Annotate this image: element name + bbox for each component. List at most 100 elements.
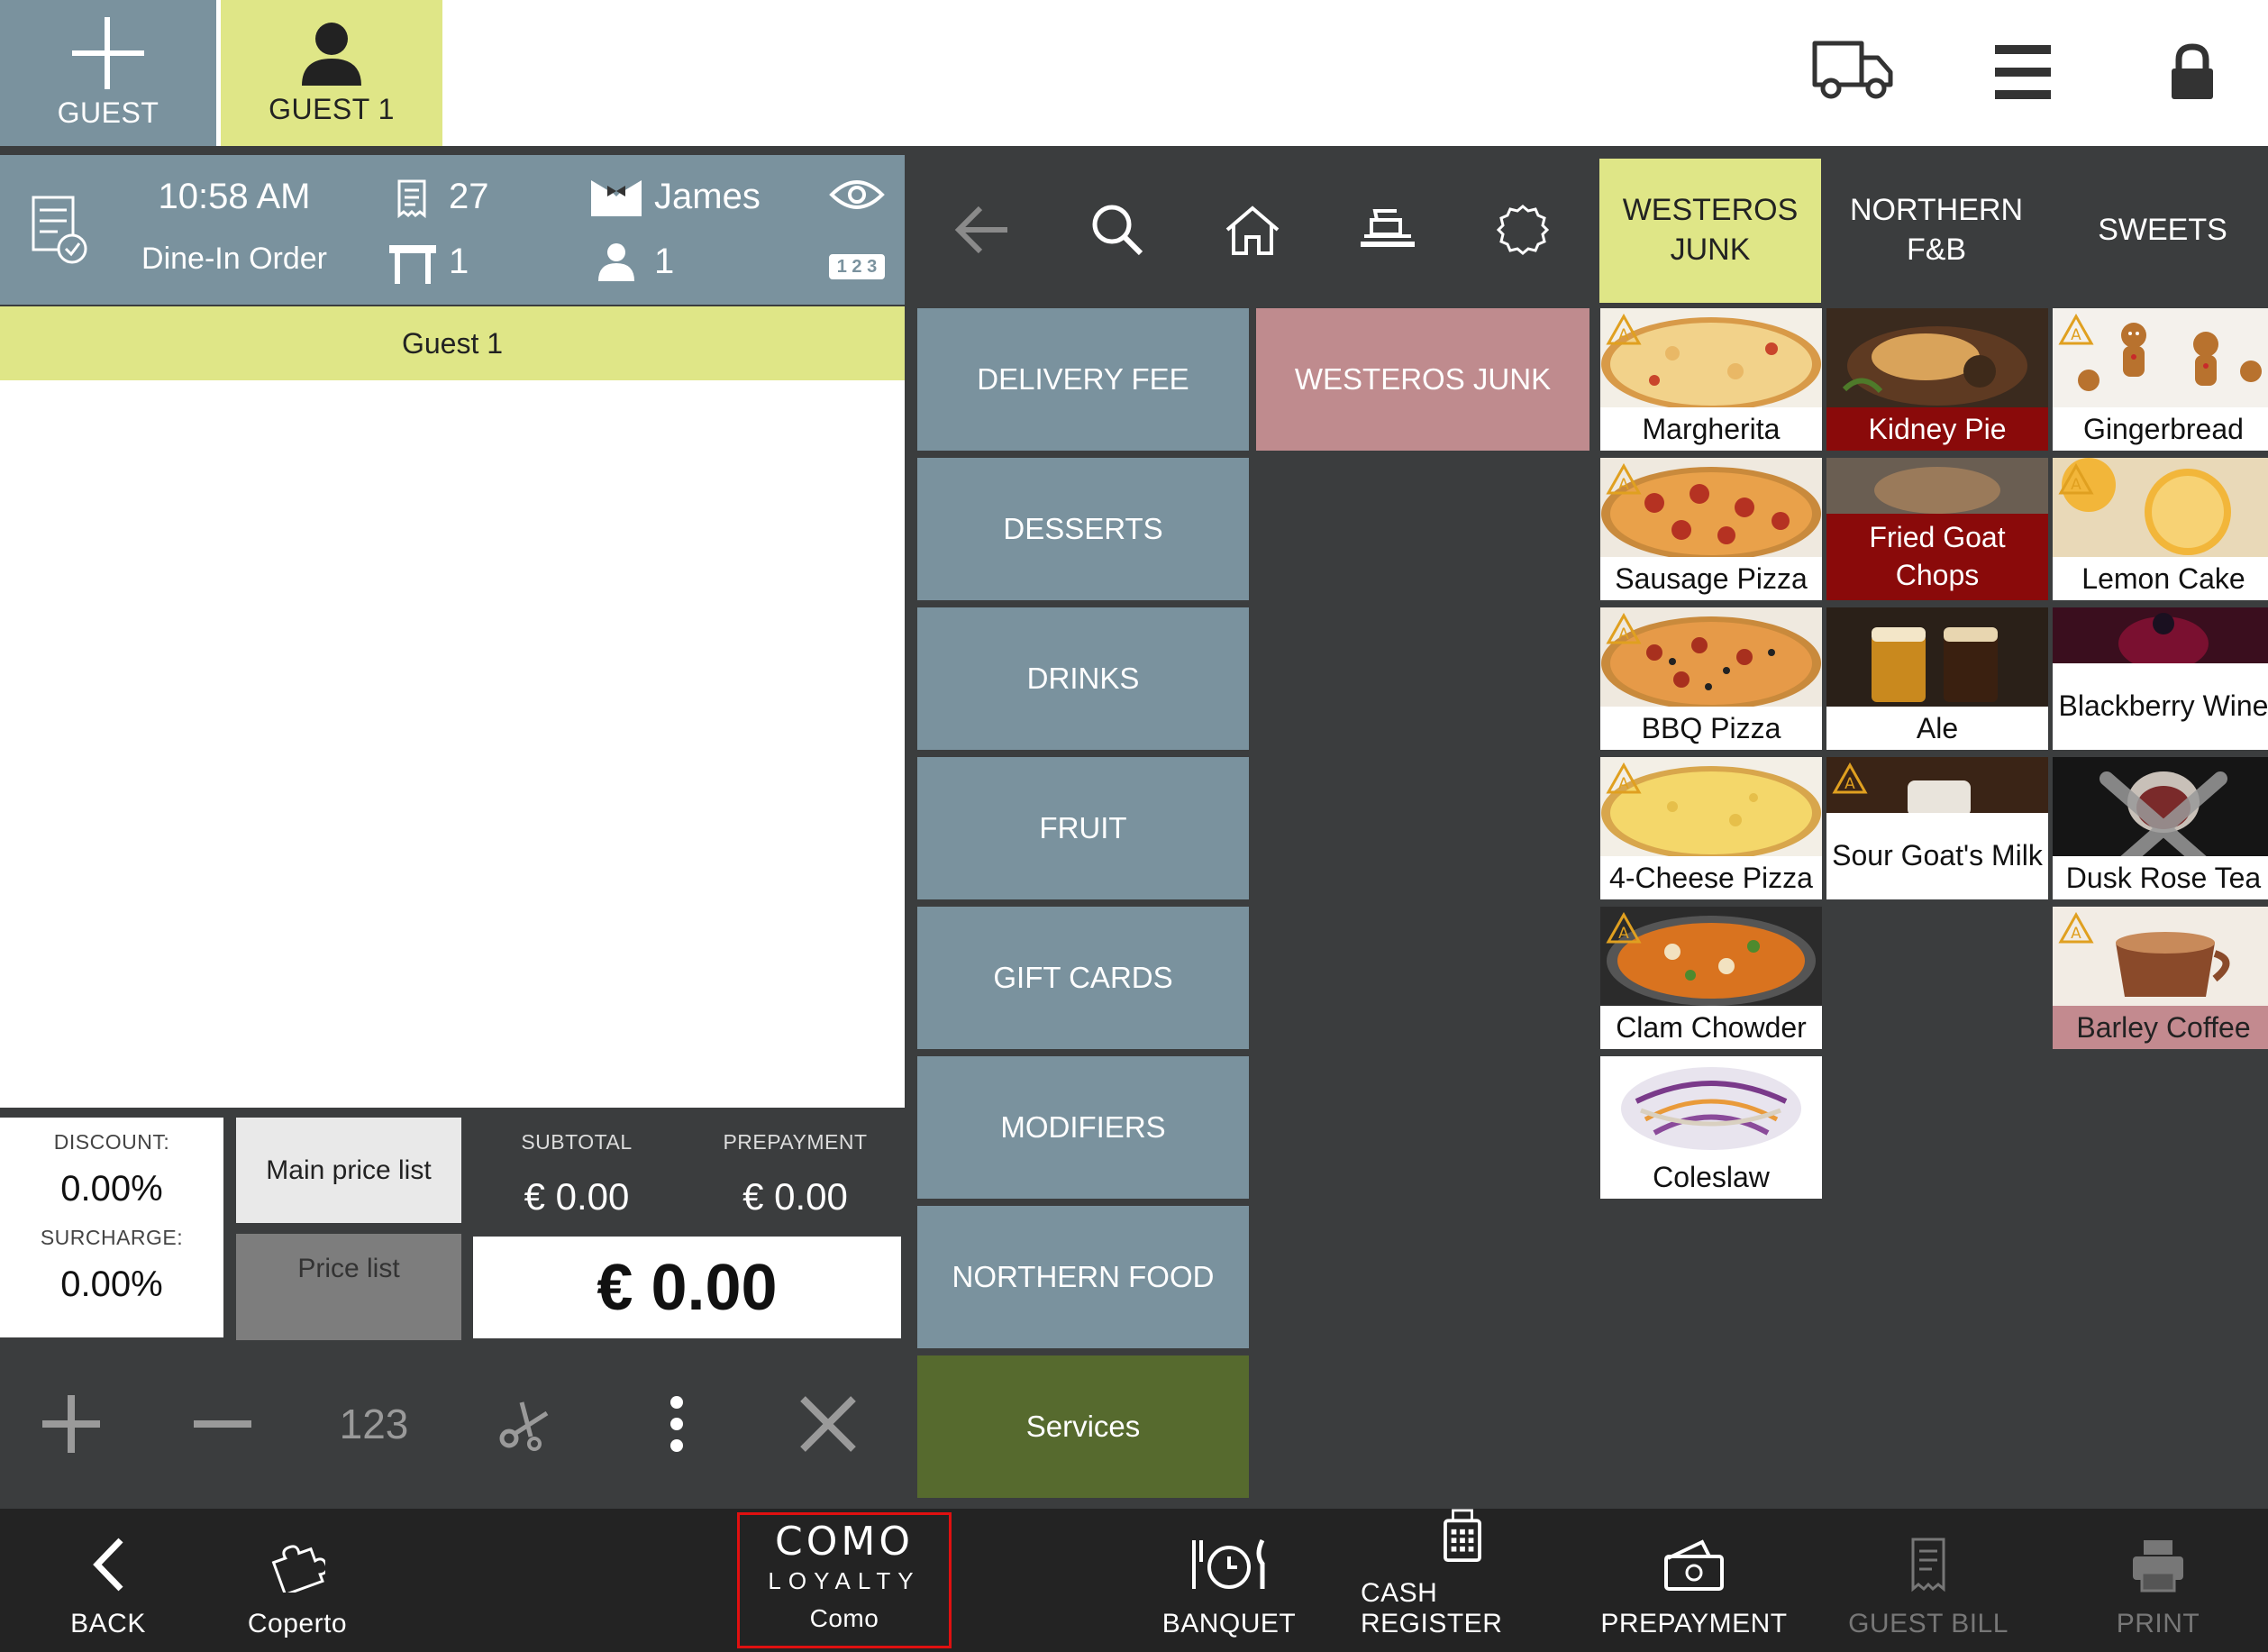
- category-tab-northern-fb[interactable]: NORTHERN F&B: [1826, 159, 2047, 303]
- delete-item-button[interactable]: [761, 1374, 896, 1474]
- category-gift-cards[interactable]: GIFT CARDS: [917, 907, 1249, 1049]
- category-tab-westeros-junk[interactable]: WESTEROS JUNK: [1599, 159, 1821, 303]
- como-logo-text: COMO: [775, 1519, 914, 1565]
- hamburger-menu-icon[interactable]: [1995, 45, 2051, 99]
- subcategory-westeros-junk[interactable]: WESTEROS JUNK: [1256, 308, 1589, 451]
- lock-icon[interactable]: [2170, 43, 2215, 101]
- allergen-warning-icon: A: [2058, 314, 2094, 345]
- category-delivery-fee[interactable]: DELIVERY FEE: [917, 308, 1249, 451]
- product-fried-goat-chops[interactable]: Fried Goat Chops: [1826, 458, 2048, 600]
- svg-text:A: A: [2071, 476, 2081, 494]
- product-label: Margherita: [1600, 407, 1822, 451]
- badge-icon[interactable]: [1482, 185, 1563, 275]
- order-header: 10:58 AM Dine-In Order 27 1 James 1 1 2 …: [0, 155, 905, 305]
- search-icon[interactable]: [1077, 185, 1158, 275]
- order-number: 27: [449, 177, 489, 216]
- product-label: Coleslaw: [1600, 1155, 1822, 1199]
- category-desserts[interactable]: DESSERTS: [917, 458, 1249, 600]
- close-icon: [800, 1396, 856, 1452]
- product-margherita[interactable]: A Margherita: [1600, 308, 1822, 451]
- como-loyalty-button[interactable]: COMO LOYALTY Como: [737, 1512, 952, 1648]
- subtotal-value: € 0.00: [524, 1175, 630, 1218]
- banquet-button[interactable]: BANQUET: [1153, 1509, 1305, 1652]
- surcharge-label: SURCHARGE:: [40, 1226, 184, 1249]
- more-options-button[interactable]: [609, 1374, 744, 1474]
- category-northern-food[interactable]: NORTHERN FOOD: [917, 1206, 1249, 1348]
- waiter-name: James: [654, 177, 761, 216]
- product-bbq-pizza[interactable]: A BBQ Pizza: [1600, 607, 1822, 750]
- main-price-list-button[interactable]: Main price list: [236, 1118, 461, 1223]
- product-ale[interactable]: Ale: [1826, 607, 2048, 750]
- allergen-warning-icon: A: [2058, 912, 2094, 944]
- guest-1-tab[interactable]: GUEST 1: [221, 0, 442, 146]
- plus-icon: [72, 16, 144, 89]
- order-checklist-icon[interactable]: [31, 195, 88, 265]
- coperto-label: Coperto: [247, 1609, 348, 1638]
- guest-1-label: GUEST 1: [269, 92, 395, 125]
- product-coleslaw[interactable]: Coleslaw: [1600, 1056, 1822, 1199]
- price-list-button[interactable]: Price list: [236, 1234, 461, 1340]
- coleslaw-image: [1600, 1056, 1822, 1155]
- person-icon: [302, 22, 361, 86]
- grand-total: € 0.00: [473, 1237, 901, 1338]
- product-lemon-cake[interactable]: A Lemon Cake: [2053, 458, 2268, 600]
- loyalty-logo-text: LOYALTY: [768, 1567, 921, 1594]
- order-time: 10:58 AM: [158, 177, 311, 216]
- cash-register-button[interactable]: CASH REGISTER: [1361, 1509, 1564, 1652]
- allergen-warning-icon: A: [1606, 762, 1642, 794]
- category-modifiers[interactable]: MODIFIERS: [917, 1056, 1249, 1199]
- svg-text:A: A: [1618, 775, 1629, 793]
- back-button[interactable]: BACK: [36, 1509, 180, 1652]
- minus-icon: [194, 1420, 251, 1428]
- product-label: BBQ Pizza: [1600, 707, 1822, 750]
- product-gingerbread[interactable]: A Gingerbread: [2053, 308, 2268, 451]
- food-tray-icon[interactable]: [1347, 185, 1428, 275]
- banquet-label: BANQUET: [1161, 1609, 1297, 1638]
- category-fruit[interactable]: FRUIT: [917, 757, 1249, 899]
- ale-image: [1826, 607, 2048, 707]
- svg-text:A: A: [1618, 476, 1629, 494]
- discount-surcharge-box[interactable]: DISCOUNT: 0.00% SURCHARGE: 0.00%: [0, 1118, 223, 1337]
- quantity-keypad-button[interactable]: 123: [306, 1374, 442, 1474]
- product-4-cheese-pizza[interactable]: A 4-Cheese Pizza: [1600, 757, 1822, 899]
- product-label: 4-Cheese Pizza: [1600, 856, 1822, 899]
- order-type: Dine-In Order: [141, 242, 327, 276]
- prepayment-label: PREPAYMENT: [1600, 1609, 1788, 1638]
- allergen-warning-icon: A: [1832, 762, 1868, 794]
- scissors-icon: [499, 1401, 549, 1451]
- home-icon[interactable]: [1212, 185, 1293, 275]
- coperto-button[interactable]: Coperto: [216, 1509, 378, 1652]
- plate-clock-icon: [1192, 1538, 1265, 1589]
- decrease-quantity-button[interactable]: [155, 1374, 290, 1474]
- como-label: Como: [809, 1604, 879, 1632]
- eye-icon[interactable]: [829, 177, 885, 213]
- product-barley-coffee[interactable]: A Barley Coffee: [2053, 907, 2268, 1049]
- allergen-warning-icon: A: [1606, 912, 1642, 944]
- receipt-icon: [396, 178, 427, 218]
- product-label: Dusk Rose Tea: [2053, 856, 2268, 899]
- product-label: Sour Goat's Milk: [1826, 813, 2048, 899]
- product-label: Ale: [1826, 707, 2048, 750]
- back-arrow-icon[interactable]: [942, 185, 1023, 275]
- increase-quantity-button[interactable]: [4, 1374, 139, 1474]
- add-guest-tab[interactable]: GUEST: [0, 0, 216, 146]
- guests-person-icon: [597, 242, 636, 281]
- product-kidney-pie[interactable]: Kidney Pie: [1826, 308, 2048, 451]
- printer-icon: [2133, 1540, 2183, 1593]
- prepayment-button[interactable]: PREPAYMENT: [1600, 1509, 1787, 1652]
- category-services[interactable]: Services: [917, 1355, 1249, 1498]
- product-clam-chowder[interactable]: A Clam Chowder: [1600, 907, 1822, 1049]
- category-drinks[interactable]: DRINKS: [917, 607, 1249, 750]
- subtotal-label: SUBTOTAL: [521, 1130, 633, 1154]
- product-sausage-pizza[interactable]: A Sausage Pizza: [1600, 458, 1822, 600]
- svg-text:A: A: [1618, 625, 1629, 643]
- order-items-list[interactable]: [0, 380, 905, 1108]
- category-tab-sweets[interactable]: SWEETS: [2052, 159, 2268, 303]
- guest-bar[interactable]: Guest 1: [0, 306, 905, 380]
- seat-numbers-toggle[interactable]: 1 2 3: [829, 254, 885, 279]
- delivery-truck-icon[interactable]: [1811, 38, 1894, 101]
- product-dusk-rose-tea[interactable]: Dusk Rose Tea: [2053, 757, 2268, 899]
- product-blackberry-wine[interactable]: Blackberry Wine: [2053, 607, 2268, 750]
- product-sour-goats-milk[interactable]: A Sour Goat's Milk: [1826, 757, 2048, 899]
- split-button[interactable]: [458, 1374, 593, 1474]
